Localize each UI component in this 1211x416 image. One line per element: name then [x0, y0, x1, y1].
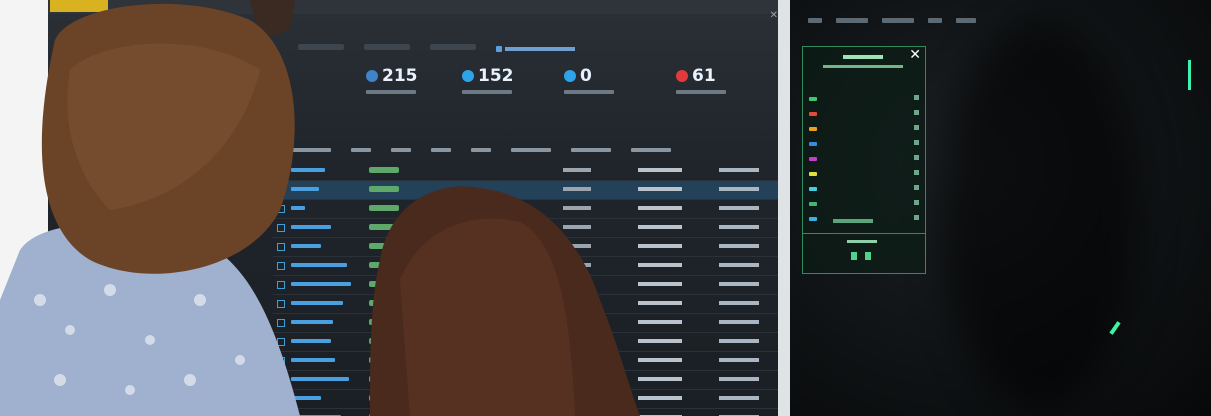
people-foreground — [0, 0, 640, 416]
